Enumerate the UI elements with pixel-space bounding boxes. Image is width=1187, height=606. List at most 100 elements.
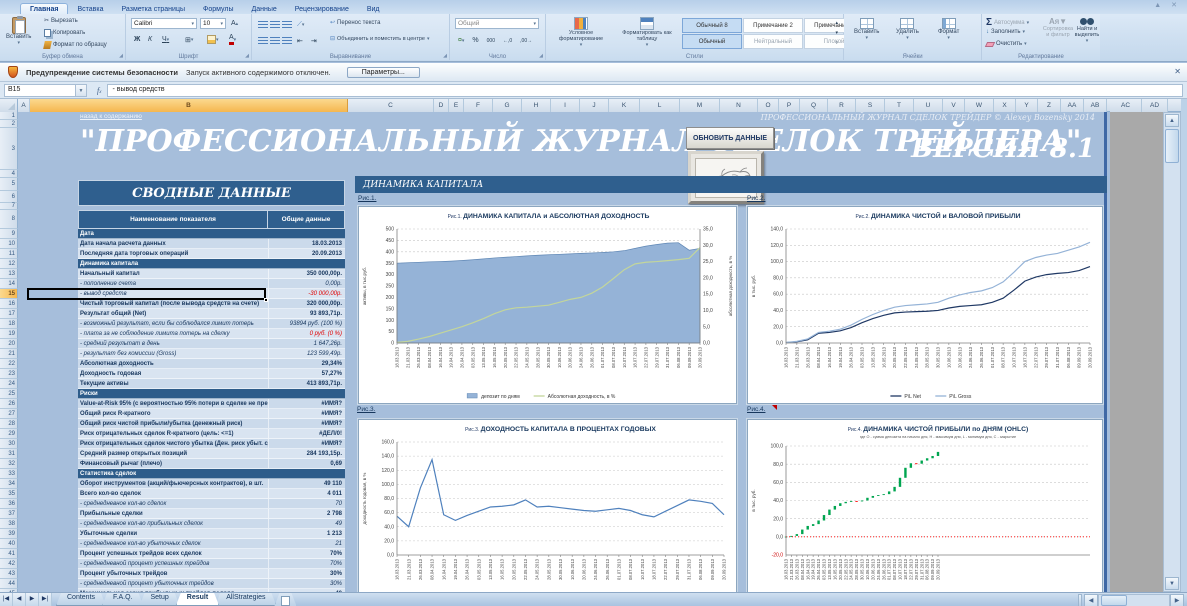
column-header-F[interactable]: F — [464, 99, 493, 112]
number-format-combo[interactable]: Общий▾ — [455, 18, 539, 29]
fill-handle[interactable] — [264, 298, 268, 302]
row-header-42[interactable]: 42 — [0, 559, 18, 569]
insert-function-icon[interactable]: fx — [97, 86, 101, 95]
format-as-table-button[interactable]: Форматировать как таблицу▾ — [616, 17, 678, 48]
sheet-tab-Setup[interactable]: Setup — [139, 593, 179, 606]
row-header-31[interactable]: 31 — [0, 449, 18, 459]
chart-fig4[interactable]: -20,00,020,040,060,080,0100,018.03.20132… — [747, 419, 1103, 606]
row-header-14[interactable]: 14 — [0, 279, 18, 289]
table-row[interactable]: Последняя дата торговых операций20.09.20… — [78, 249, 345, 259]
insert-worksheet-tab[interactable] — [274, 593, 296, 606]
decrease-decimal-button[interactable]: ,00→ — [517, 35, 535, 46]
gallery-down-button[interactable]: ▾ — [832, 28, 841, 37]
row-header-39[interactable]: 39 — [0, 529, 18, 539]
align-center-icon[interactable] — [270, 37, 280, 45]
bold-button[interactable]: Ж — [131, 34, 143, 45]
column-header-Z[interactable]: Z — [1038, 99, 1061, 112]
orientation-button[interactable]: ⟋▾ — [294, 19, 307, 30]
italic-button[interactable]: К — [145, 34, 155, 45]
row-header-27[interactable]: 27 — [0, 409, 18, 419]
sheet-tab-AllStrategies[interactable]: AllStrategies — [215, 593, 276, 606]
underline-button[interactable]: Ч▾ — [159, 34, 172, 45]
update-data-button[interactable]: ОБНОВИТЬ ДАННЫЕ — [686, 127, 774, 149]
table-section-row[interactable]: Риски — [78, 389, 345, 399]
row-header-34[interactable]: 34 — [0, 479, 18, 489]
column-header-X[interactable]: X — [994, 99, 1016, 112]
row-header-40[interactable]: 40 — [0, 539, 18, 549]
chart-fig1[interactable]: 0501001502002503003504004505000,05,010,0… — [358, 206, 737, 404]
column-header-J[interactable]: J — [580, 99, 609, 112]
table-row[interactable]: Убыточные сделки1 213 — [78, 529, 345, 539]
dialog-launcher-icon[interactable]: ◢ — [539, 53, 543, 59]
column-header-W[interactable]: W — [965, 99, 994, 112]
scroll-left-icon[interactable]: ◀ — [1084, 594, 1098, 606]
row-header-23[interactable]: 23 — [0, 369, 18, 379]
row-header-1[interactable]: 1 — [0, 112, 18, 120]
table-row[interactable]: - возможный результат, если бы соблюдалс… — [78, 319, 345, 329]
sheet-tab-F.A.Q.[interactable]: F.A.Q. — [102, 593, 143, 606]
row-header-6[interactable]: 6 — [0, 191, 18, 203]
table-row[interactable]: Абсолютная доходность29,34% — [78, 359, 345, 369]
table-row[interactable]: Средний размер открытых позиций284 193,1… — [78, 449, 345, 459]
table-row[interactable]: Начальный капитал350 000,00р. — [78, 269, 345, 279]
column-header-N[interactable]: N — [720, 99, 758, 112]
row-header-8[interactable]: 8 — [0, 210, 18, 229]
style-cell[interactable]: Примечание 2 — [743, 18, 803, 33]
ribbon-tab-Рецензирование[interactable]: Рецензирование — [286, 4, 358, 14]
row-header-36[interactable]: 36 — [0, 499, 18, 509]
clear-button[interactable]: Очистить▾ — [986, 41, 1027, 47]
table-row[interactable]: - среднедневной процент убыточных трейдо… — [78, 579, 345, 589]
window-controls[interactable]: ▲ ✕ — [1154, 1, 1181, 9]
row-header-17[interactable]: 17 — [0, 309, 18, 319]
grow-font-button[interactable]: A▴ — [228, 18, 241, 29]
row-header-12[interactable]: 12 — [0, 259, 18, 269]
table-row[interactable]: - результат без комиссии (Gross)123 599,… — [78, 349, 345, 359]
align-bottom-icon[interactable] — [282, 21, 292, 29]
row-header-5[interactable]: 5 — [0, 178, 18, 191]
column-header-H[interactable]: H — [522, 99, 551, 112]
row-header-2[interactable]: 2 — [0, 120, 18, 128]
row-header-30[interactable]: 30 — [0, 439, 18, 449]
delete-cells-button[interactable]: Удалить▾ — [896, 18, 919, 41]
table-row[interactable]: Процент убыточных трейдов30% — [78, 569, 345, 579]
table-row[interactable]: Доходность годовая57,27% — [78, 369, 345, 379]
table-row[interactable]: - среднедневное кол-во убыточных сделок2… — [78, 539, 345, 549]
row-header-33[interactable]: 33 — [0, 469, 18, 479]
percent-style-button[interactable]: % — [469, 35, 481, 46]
table-row[interactable]: Общий риск чистой прибыли/убытка (денежн… — [78, 419, 345, 429]
column-header-P[interactable]: P — [779, 99, 800, 112]
table-row[interactable]: Оборот инструментов (акций/фьючерсных ко… — [78, 479, 345, 489]
dialog-launcher-icon[interactable]: ◢ — [443, 53, 447, 59]
style-cell[interactable]: Обычный — [682, 34, 742, 49]
font-color-button[interactable]: А▾ — [226, 34, 239, 45]
vertical-scrollbar[interactable]: ▲ ▼ — [1163, 112, 1181, 592]
row-header-19[interactable]: 19 — [0, 329, 18, 339]
back-to-contents-link[interactable]: назад к содержанию — [80, 113, 142, 120]
column-header-G[interactable]: G — [493, 99, 522, 112]
fig1-link[interactable]: Рис.1. — [358, 195, 376, 202]
table-row[interactable]: - плата за не соблюдение лимита потерь н… — [78, 329, 345, 339]
row-header-38[interactable]: 38 — [0, 519, 18, 529]
align-left-icon[interactable] — [258, 37, 268, 45]
table-row[interactable]: Риск отрицательных сделок R-кратного (це… — [78, 429, 345, 439]
row-header-10[interactable]: 10 — [0, 239, 18, 249]
format-painter-button[interactable]: Формат по образцу — [44, 41, 107, 49]
column-header-D[interactable]: D — [434, 99, 449, 112]
fig4-link[interactable]: Рис.4. — [747, 406, 765, 413]
row-header-22[interactable]: 22 — [0, 359, 18, 369]
increase-indent-button[interactable]: ⇥ — [308, 35, 320, 46]
column-header-AC[interactable]: AC — [1110, 99, 1142, 112]
table-row[interactable]: Дата начала расчета данных18.03.2013 — [78, 239, 345, 249]
column-header-AD[interactable]: AD — [1142, 99, 1168, 112]
format-cells-button[interactable]: Формат▾ — [938, 18, 959, 41]
row-header-32[interactable]: 32 — [0, 459, 18, 469]
sort-filter-button[interactable]: АЯ▼Сортировка и фильтр — [1044, 17, 1072, 38]
ribbon-tab-Формулы[interactable]: Формулы — [194, 4, 242, 14]
table-row[interactable]: Общий риск R-кратного#ИМЯ? — [78, 409, 345, 419]
conditional-formatting-button[interactable]: Условное форматирование▾ — [550, 17, 612, 48]
align-top-icon[interactable] — [258, 21, 268, 29]
table-row[interactable]: Всего кол-во сделок4 011 — [78, 489, 345, 499]
formula-input[interactable]: - вывод средств — [107, 84, 1183, 97]
column-header-AB[interactable]: AB — [1084, 99, 1107, 112]
column-header-Q[interactable]: Q — [800, 99, 828, 112]
